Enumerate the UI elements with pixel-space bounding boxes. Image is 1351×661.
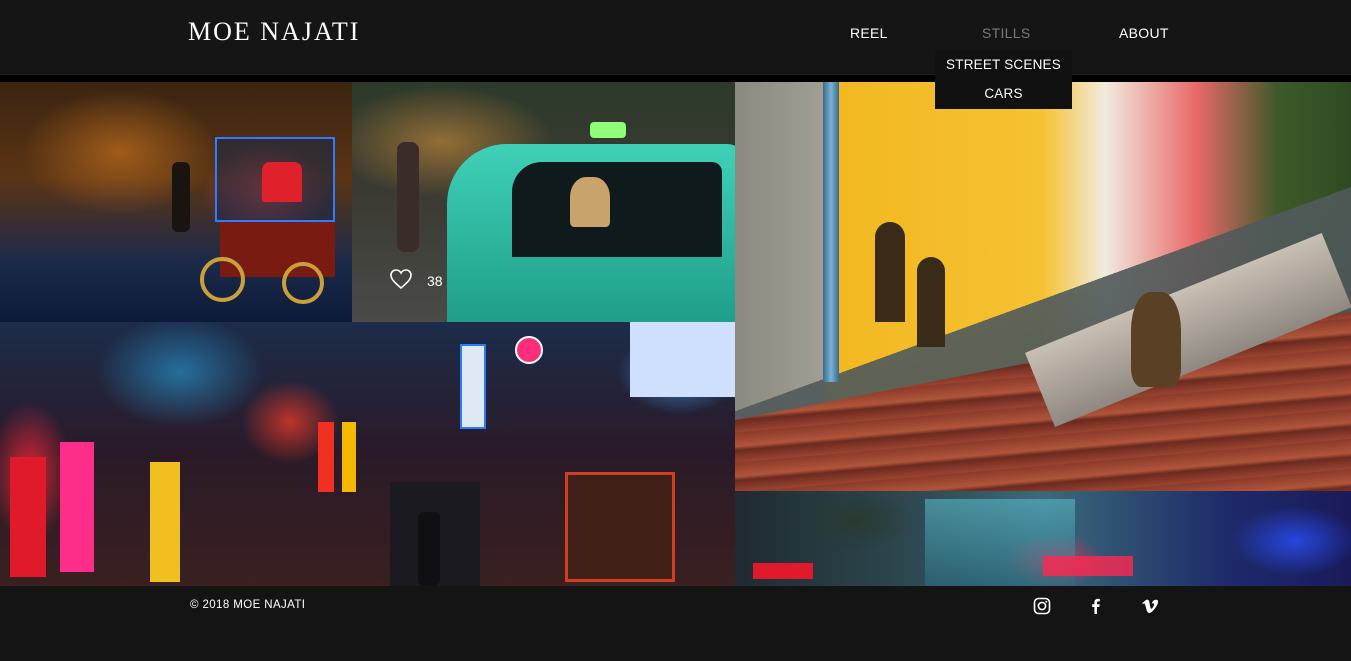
drain-pipe xyxy=(823,82,839,382)
dropdown-item-street-scenes[interactable]: STREET SCENES xyxy=(935,57,1072,72)
nav-item-stills[interactable]: STILLS xyxy=(982,25,1031,41)
walking-figure xyxy=(172,162,190,232)
stills-dropdown-menu: STREET SCENES CARS xyxy=(935,50,1072,109)
cart-wheel xyxy=(282,262,324,304)
copyright-text: © 2018 MOE NAJATI xyxy=(190,599,306,611)
neon-sign xyxy=(10,457,46,577)
neon-sign xyxy=(753,563,813,579)
taxi-window xyxy=(512,162,722,257)
site-logo[interactable]: MOE NAJATI xyxy=(188,17,360,47)
site-header: MOE NAJATI REEL STILLS ABOUT xyxy=(0,0,1351,75)
neon-sign-round xyxy=(515,336,543,364)
like-count: 38 xyxy=(427,272,443,289)
gallery-tile-tobacco-street[interactable] xyxy=(735,491,1351,586)
cat-figure xyxy=(1131,292,1181,387)
vimeo-icon[interactable] xyxy=(1141,597,1159,615)
cart-wheel xyxy=(200,257,245,302)
businessman-figure xyxy=(418,512,440,586)
tobacco-neon-sign xyxy=(1043,556,1133,576)
photo-gallery: 38 xyxy=(0,75,1351,586)
dropdown-item-cars[interactable]: CARS xyxy=(935,86,1072,101)
nav-item-about[interactable]: ABOUT xyxy=(1119,25,1169,41)
neon-sign xyxy=(460,344,486,429)
shopfront xyxy=(565,472,675,582)
arched-window xyxy=(875,222,905,322)
site-footer: © 2018 MOE NAJATI xyxy=(0,586,1351,661)
taxi-roof-sign xyxy=(590,122,626,138)
nav-item-reel[interactable]: REEL xyxy=(850,25,888,41)
neon-sign xyxy=(150,462,180,582)
neon-sign xyxy=(630,322,735,397)
facebook-icon[interactable] xyxy=(1087,597,1105,615)
neon-sign xyxy=(60,442,94,572)
neon-sign xyxy=(342,422,356,492)
like-counter[interactable]: 38 xyxy=(389,268,443,293)
gallery-tile-neon-street[interactable] xyxy=(0,322,735,586)
vendor-figure xyxy=(262,162,302,202)
instagram-icon[interactable] xyxy=(1033,597,1051,615)
gallery-tile-chestnut-cart[interactable] xyxy=(0,82,352,322)
arched-window xyxy=(917,257,945,347)
pedestrian-figure xyxy=(397,142,419,252)
gallery-tile-cat-stairs[interactable] xyxy=(735,82,1351,491)
neon-sign xyxy=(318,422,334,492)
street-tree xyxy=(795,491,915,551)
taxi-driver xyxy=(570,177,610,227)
heart-icon[interactable] xyxy=(389,268,413,293)
gallery-tile-taxi[interactable]: 38 xyxy=(352,82,735,322)
